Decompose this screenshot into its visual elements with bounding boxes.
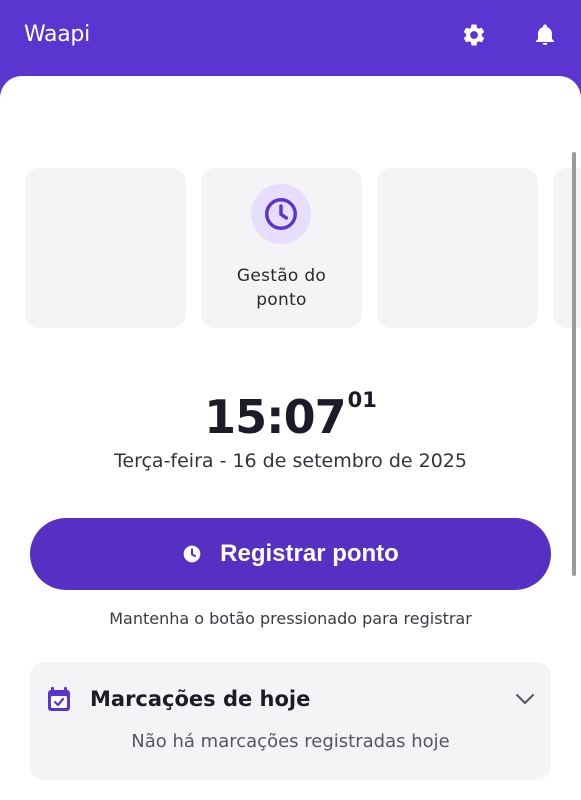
register-hint: Mantenha o botão pressionado para regist… — [109, 609, 472, 628]
shortcut-carousel[interactable]: Gestão do ponto — [0, 168, 581, 328]
chevron-down-icon[interactable] — [512, 686, 538, 712]
shortcut-card[interactable] — [25, 168, 186, 328]
current-time: 15:0701 — [0, 388, 581, 444]
clock-icon — [183, 545, 201, 563]
calendar-check-icon — [48, 687, 70, 711]
today-punches-header[interactable]: Marcações de hoje — [48, 684, 538, 714]
gear-icon[interactable] — [459, 20, 489, 50]
clock-icon-badge — [251, 184, 311, 244]
today-punches-panel[interactable]: Marcações de hoje Não há marcações regis… — [30, 662, 551, 780]
clock-seconds: 01 — [347, 388, 377, 412]
shortcut-card-gestao-do-ponto[interactable]: Gestão do ponto — [201, 168, 362, 328]
clock-time: 15:07 — [204, 390, 346, 444]
shortcut-card-label: Gestão do ponto — [236, 266, 327, 310]
register-punch-label: Registrar ponto — [220, 540, 399, 567]
shortcut-card[interactable] — [377, 168, 538, 328]
current-date: Terça-feira - 16 de setembro de 2025 — [114, 450, 467, 472]
register-punch-button[interactable]: Registrar ponto — [30, 518, 551, 590]
clock-icon — [265, 198, 297, 230]
today-empty-message: Não há marcações registradas hoje — [131, 731, 450, 752]
app-title: Waapi — [24, 22, 90, 47]
bell-icon[interactable] — [530, 20, 560, 50]
scrollbar[interactable] — [572, 152, 576, 576]
shortcut-card[interactable] — [553, 168, 581, 328]
today-punches-title: Marcações de hoje — [90, 687, 311, 711]
